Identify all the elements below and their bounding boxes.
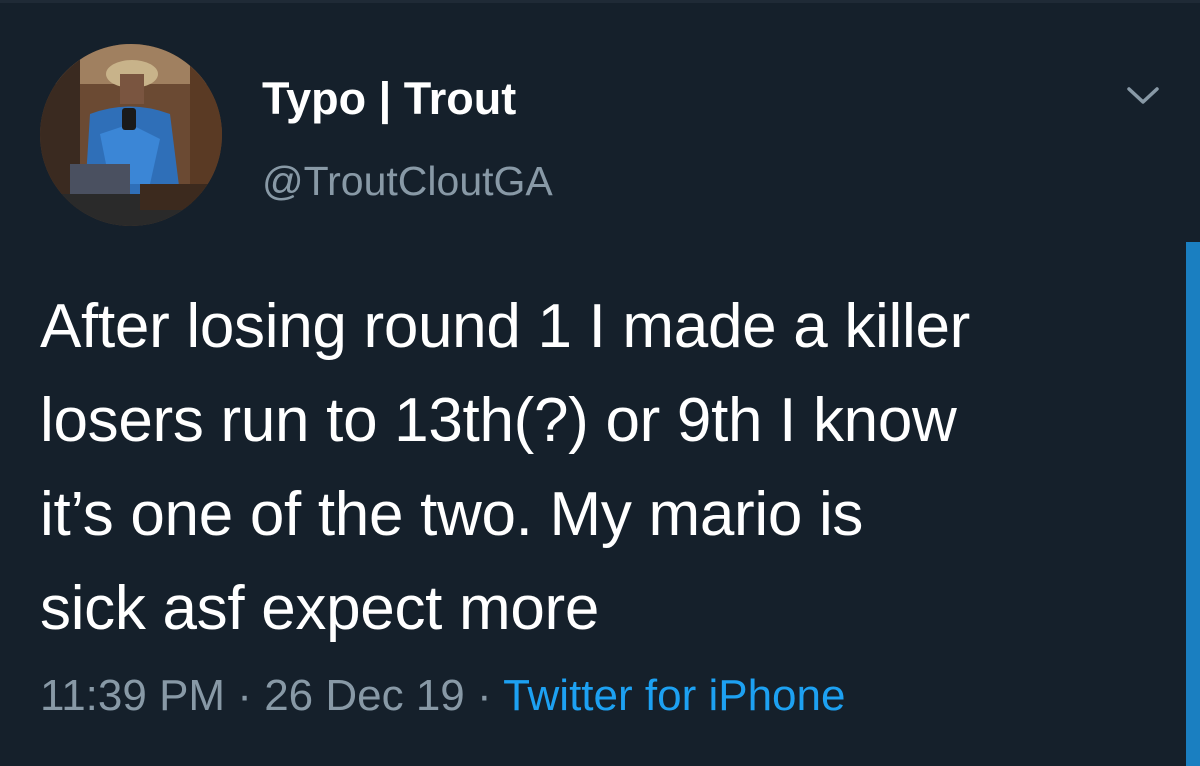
scroll-indicator[interactable]: [1186, 242, 1200, 766]
tweet-time[interactable]: 11:39 PM: [40, 671, 225, 720]
tweet-meta: 11:39 PM · 26 Dec 19 · Twitter for iPhon…: [40, 668, 845, 724]
meta-separator: ·: [464, 671, 504, 720]
tweet-date[interactable]: 26 Dec 19: [264, 671, 465, 720]
avatar[interactable]: [40, 44, 222, 226]
author-name[interactable]: Typo | Trout: [262, 72, 516, 126]
tweet-source-link[interactable]: Twitter for iPhone: [503, 671, 845, 720]
meta-separator: ·: [225, 671, 265, 720]
avatar-photo: [40, 44, 222, 226]
more-options-button[interactable]: [1121, 78, 1165, 114]
tweet: Typo | Trout @TroutCloutGA After losing …: [0, 0, 1200, 766]
tweet-text: After losing round 1 I made a killer los…: [40, 292, 971, 643]
chevron-down-icon: [1127, 87, 1159, 104]
author-handle[interactable]: @TroutCloutGA: [262, 156, 553, 206]
